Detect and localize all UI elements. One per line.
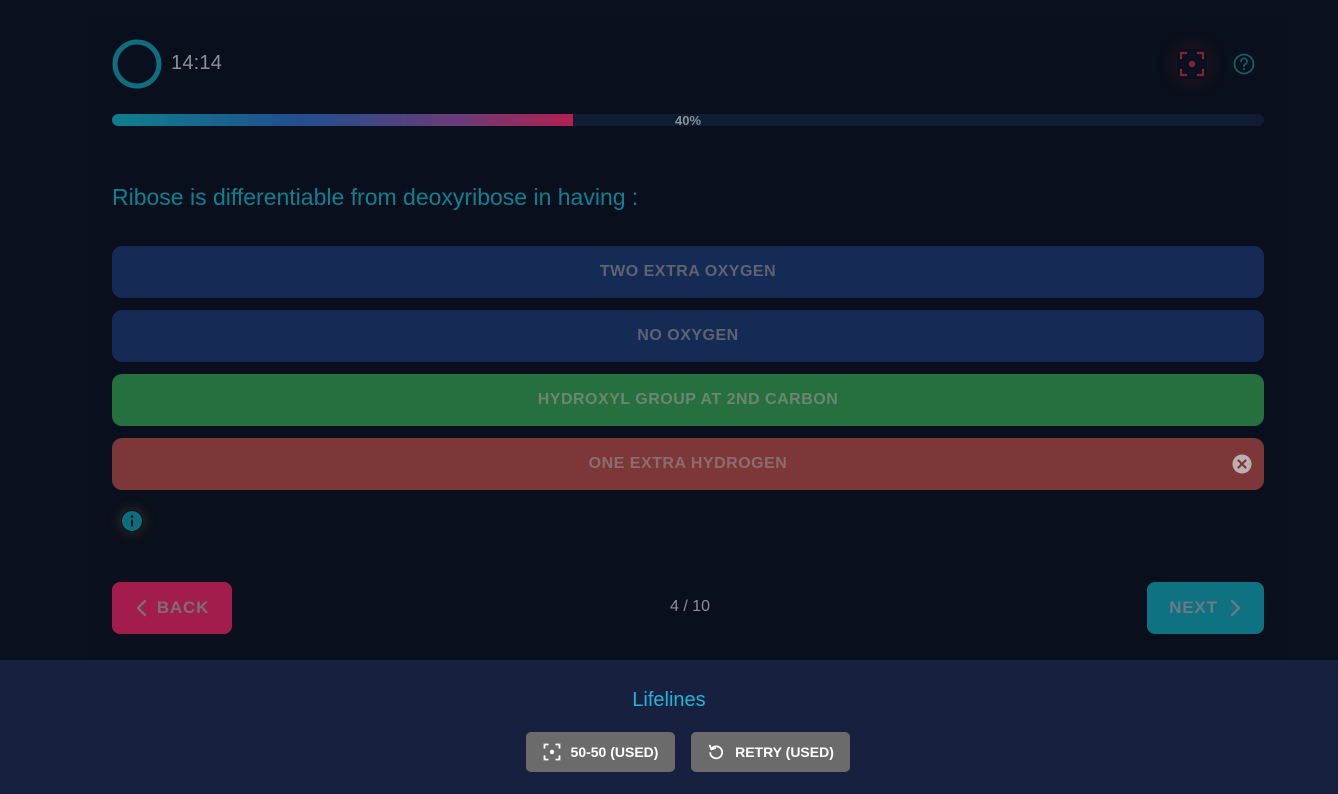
question-text: Ribose is differentiable from deoxyribos… xyxy=(112,184,639,210)
back-button[interactable]: BACK xyxy=(112,582,232,634)
timer-text: 14:14 xyxy=(171,52,223,74)
option-label: TWO EXTRA OXYGEN xyxy=(599,263,777,280)
back-label: BACK xyxy=(156,598,210,617)
next-label: NEXT xyxy=(1169,598,1218,617)
fifty-fifty-button[interactable]: 50-50 (USED) xyxy=(526,732,675,772)
chevron-left-icon xyxy=(136,599,147,617)
quiz-page: 14:14 40% Ribose is differentiable from … xyxy=(0,0,1338,794)
retry-button[interactable]: RETRY (USED) xyxy=(691,732,850,772)
retry-label: RETRY (USED) xyxy=(735,744,834,760)
option-4-wrong[interactable]: ONE EXTRA HYDROGEN xyxy=(112,438,1264,490)
progress-label: 40% xyxy=(674,113,702,128)
option-3-correct[interactable]: HYDROXYL GROUP AT 2ND CARBON xyxy=(112,374,1264,426)
info-icon xyxy=(122,511,142,531)
option-label: NO OXYGEN xyxy=(637,327,739,344)
question-counter: 4 / 10 xyxy=(669,598,711,615)
option-2[interactable]: NO OXYGEN xyxy=(112,310,1264,362)
focus-mode-button[interactable] xyxy=(1177,49,1207,79)
lifelines-panel: Lifelines 50-50 (USED) RETRY (USED) xyxy=(0,660,1338,794)
next-button[interactable]: NEXT xyxy=(1147,582,1264,634)
question-circle-icon xyxy=(1233,53,1255,75)
option-label: ONE EXTRA HYDROGEN xyxy=(588,455,788,472)
explanation-button[interactable] xyxy=(121,510,143,532)
close-circle-icon xyxy=(1232,454,1252,474)
help-button[interactable] xyxy=(1230,50,1258,78)
retry-icon xyxy=(708,744,724,760)
lifelines-title: Lifelines xyxy=(632,689,706,711)
focus-target-icon xyxy=(1179,51,1205,77)
focus-target-icon xyxy=(543,743,560,761)
option-1[interactable]: TWO EXTRA OXYGEN xyxy=(112,246,1264,298)
option-label: HYDROXYL GROUP AT 2ND CARBON xyxy=(537,391,839,408)
fifty-fifty-label: 50-50 (USED) xyxy=(570,744,659,760)
timer-ring-icon xyxy=(112,39,162,89)
chevron-right-icon xyxy=(1230,599,1240,617)
